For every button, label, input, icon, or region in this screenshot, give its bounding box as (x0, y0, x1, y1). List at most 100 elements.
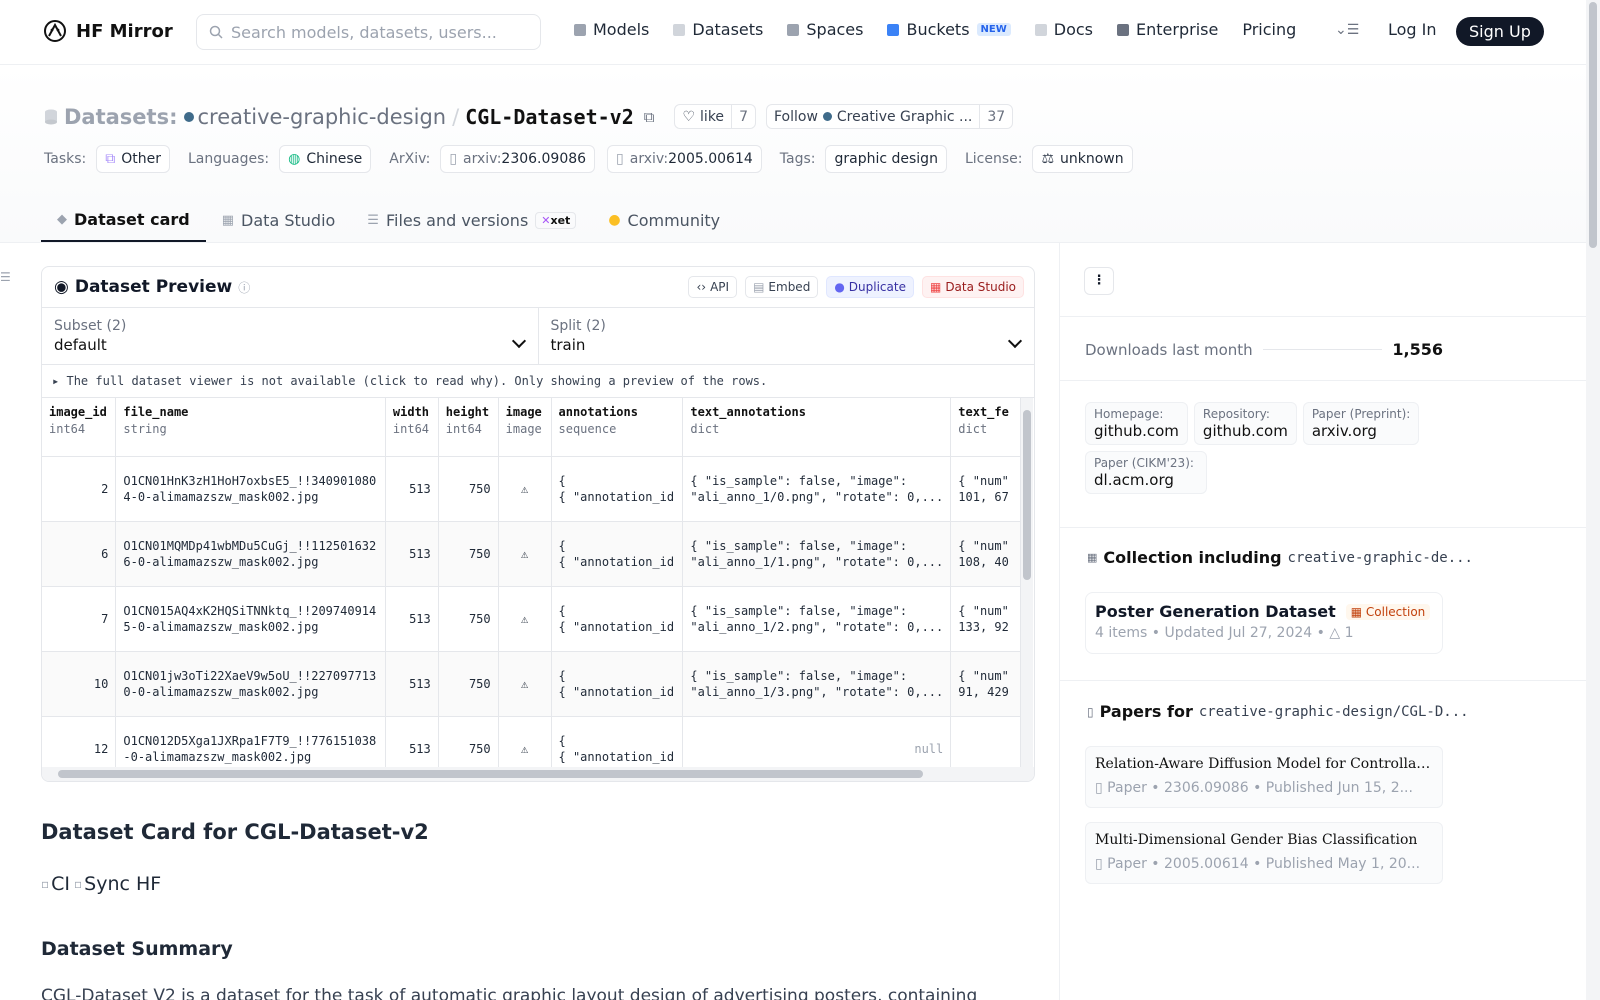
paper-preprint-link[interactable]: Paper (Preprint): arxiv.org (1302, 402, 1420, 445)
column-header[interactable]: text_fe dict (950, 398, 1021, 457)
nav-buckets[interactable]: Buckets NEW (887, 20, 1011, 39)
task-tag[interactable]: ⧉ Other (96, 145, 170, 173)
cell-text-features: { "num" 108, 40 (950, 521, 1021, 587)
api-button[interactable]: ‹› API (688, 276, 738, 298)
cell-image[interactable]: ⚠ (498, 586, 552, 652)
table-horizontal-scrollbar[interactable] (42, 767, 1034, 781)
cell-image[interactable]: ⚠ (498, 651, 552, 717)
split-label: Split (2) (550, 318, 606, 334)
sidebar-toggle-icon[interactable]: ☰ (0, 270, 11, 284)
duplicate-label: Duplicate (848, 280, 906, 294)
topic-tag[interactable]: graphic design (825, 145, 947, 173)
paper-cikm-link[interactable]: Paper (CIKM'23): dl.acm.org (1085, 451, 1207, 494)
table-vertical-scrollbar[interactable] (1021, 398, 1033, 768)
nav-docs[interactable]: Docs (1034, 20, 1093, 39)
split-select[interactable]: Split (2) train (537, 308, 1035, 364)
column-header[interactable]: width int64 (385, 398, 439, 457)
org-link[interactable]: creative-graphic-design (183, 105, 446, 129)
column-header[interactable]: height int64 (438, 398, 499, 457)
homepage-link[interactable]: Homepage: github.com (1085, 402, 1188, 445)
preview-table-wrapper: image_id int64 file_name string width int64… (42, 398, 1021, 768)
follow-label: Follow (773, 108, 818, 125)
cell-height: 750 (438, 456, 499, 522)
cell-image-id: 12 (42, 716, 117, 768)
collection-section-title: ▦ Collection including creative-graphic-… (1087, 548, 1473, 567)
xet-label: xet (550, 213, 571, 227)
task-other-icon: ⧉ (105, 151, 116, 167)
more-menu-button[interactable]: ⌄☰ (1335, 22, 1359, 38)
nav-models[interactable]: Models (574, 20, 649, 39)
ci-badge[interactable]: ▫ CI (41, 873, 70, 895)
column-header[interactable]: text_annotations dict (682, 398, 952, 457)
subset-select[interactable]: Subset (2) default (42, 308, 538, 364)
login-link[interactable]: Log In (1388, 20, 1437, 39)
divider (1060, 316, 1586, 317)
cell-width: 513 (385, 586, 439, 652)
cell-image[interactable]: ⚠ (498, 456, 552, 522)
nav-pricing[interactable]: Pricing (1242, 20, 1296, 39)
arxiv-tag-1[interactable]: ▯ arxiv:2306.09086 (440, 145, 596, 173)
divider (1060, 380, 1586, 381)
table-row[interactable]: 12 O1CN012D5Xga1JXRpa1F7T9_!!776151038-0… (42, 716, 1021, 768)
table-row[interactable]: 2 O1CN01HnK3zH1HoH7oxbsE5_!!3409010804-0… (42, 456, 1021, 522)
signup-button[interactable]: Sign Up (1456, 17, 1544, 46)
tab-files[interactable]: ☰ Files and versions ✕xet (351, 198, 592, 242)
table-row[interactable]: 7 O1CN015AQ4xK2HQSiTNNktq_!!2097409145-0… (42, 586, 1021, 652)
downloads-stat: Downloads last month 1,556 (1085, 340, 1443, 359)
cell-file-name: O1CN01jw3oTi22XaeV9w5oU_!!2270977130-0-a… (115, 651, 386, 717)
language-tag[interactable]: ◍ Chinese (279, 145, 372, 173)
embed-button[interactable]: ▤ Embed (745, 276, 819, 298)
tab-data-studio[interactable]: ▦ Data Studio (206, 198, 352, 242)
nav-datasets[interactable]: Datasets (673, 20, 763, 39)
paper-icon: ▯ (616, 151, 624, 167)
cell-image[interactable]: ⚠ (498, 521, 552, 587)
duplicate-button[interactable]: ● Duplicate (826, 276, 914, 298)
tab-dataset-card[interactable]: ◆ Dataset card (41, 198, 206, 242)
info-icon[interactable]: ⓘ (238, 279, 250, 296)
repository-link[interactable]: Repository: github.com (1193, 402, 1297, 445)
follow-count: 37 (979, 105, 1012, 128)
cell-annotations: {{ "annotation_id (551, 456, 684, 522)
table-row[interactable]: 10 O1CN01jw3oTi22XaeV9w5oU_!!2270977130-… (42, 651, 1021, 717)
files-icon: ☰ (367, 212, 379, 228)
warning-icon: ⚠ (520, 611, 529, 626)
like-button[interactable]: ♡ like 7 (674, 104, 756, 129)
search-input[interactable] (231, 22, 521, 42)
follow-button[interactable]: Follow Creative Graphic ... 37 (765, 104, 1014, 129)
arxiv-prefix: arxiv: (463, 151, 502, 167)
viewer-notice[interactable]: ▸ The full dataset viewer is not availab… (42, 365, 1034, 398)
paper-card[interactable]: Relation-Aware Diffusion Model for Contr… (1085, 746, 1443, 808)
paper-published: Published Jun 15, 2... (1265, 780, 1413, 796)
table-row[interactable]: 6 O1CN01MQMDp41wbMDu5CuGj_!!1125016326-0… (42, 521, 1021, 587)
column-header[interactable]: image_id int64 (42, 398, 117, 457)
cell-image[interactable]: ⚠ (498, 716, 552, 768)
arxiv-tag-2[interactable]: ▯ arxiv:2005.00614 (607, 145, 762, 173)
cell-image-id: 10 (42, 651, 117, 717)
column-header[interactable]: image image (498, 398, 552, 457)
paper-card[interactable]: Multi-Dimensional Gender Bias Classifica… (1085, 822, 1443, 884)
tab-community[interactable]: ● Community (592, 198, 736, 242)
page-scrollbar[interactable] (1586, 0, 1600, 1000)
nav-spaces[interactable]: Spaces (787, 20, 863, 39)
paper-kind: Paper (1107, 856, 1147, 872)
more-options-button[interactable]: ⋮ (1084, 267, 1114, 295)
cell-annotations: {{ "annotation_id (551, 521, 684, 587)
broken-image-icon: ▫ (41, 877, 50, 891)
preview-title: ◉ Dataset Preview ⓘ (54, 277, 250, 297)
column-header[interactable]: annotations sequence (551, 398, 684, 457)
sync-hf-badge[interactable]: ▫ Sync HF (74, 873, 161, 895)
copy-icon[interactable]: ⧉ (644, 108, 655, 126)
cell-text-annotations: { "is_sample": false, "image": "ali_anno_… (682, 586, 952, 652)
repo-name[interactable]: CGL-Dataset-v2 (465, 105, 634, 129)
brand[interactable]: HF Mirror (42, 18, 173, 44)
warning-icon: ⚠ (520, 481, 529, 496)
languages-label: Languages: (188, 151, 270, 167)
search-box[interactable] (196, 14, 541, 50)
column-header[interactable]: file_name string (115, 398, 386, 457)
data-studio-button[interactable]: ▦ Data Studio (921, 276, 1024, 298)
header-row: image_id int64 file_name string width int64… (42, 398, 1021, 457)
license-tag[interactable]: ⚖ unknown (1032, 145, 1133, 173)
nav-enterprise[interactable]: Enterprise (1117, 20, 1218, 39)
collection-card[interactable]: Poster Generation Dataset ▦ Collection 4… (1085, 592, 1443, 654)
duplicate-icon: ● (834, 280, 845, 294)
